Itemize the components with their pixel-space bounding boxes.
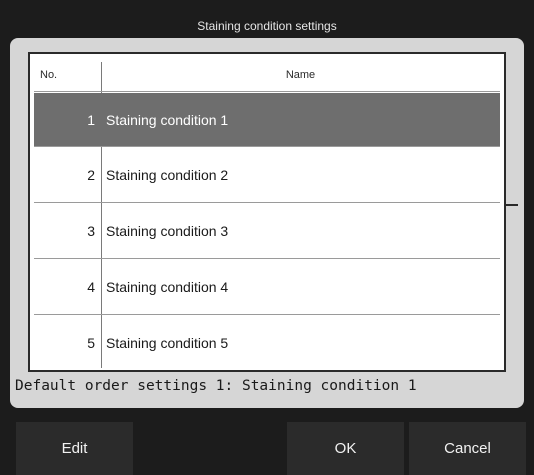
edit-button[interactable]: Edit <box>16 422 133 475</box>
row-no: 4 <box>87 278 95 295</box>
table-row[interactable]: 2 Staining condition 2 <box>34 147 500 203</box>
default-order-settings: Default order settings 1: Staining condi… <box>15 378 417 394</box>
row-name: Staining condition 3 <box>106 222 229 239</box>
header-name: Name <box>285 69 316 81</box>
cancel-button[interactable]: Cancel <box>409 422 526 475</box>
table-row[interactable]: 5 Staining condition 5 <box>34 315 500 371</box>
table-row[interactable]: 1 Staining condition 1 <box>34 93 500 147</box>
settings-panel: No. Name 1 Staining condition 1 2 Staini… <box>10 38 524 408</box>
row-name: Staining condition 2 <box>106 166 229 183</box>
ok-button[interactable]: OK <box>287 422 404 475</box>
row-name: Staining condition 1 <box>106 111 229 128</box>
row-no: 3 <box>87 222 95 239</box>
table-rows: 1 Staining condition 1 2 Staining condit… <box>34 93 500 371</box>
table-row[interactable]: 4 Staining condition 4 <box>34 259 500 315</box>
row-name: Staining condition 5 <box>106 335 229 351</box>
row-no: 5 <box>87 335 95 351</box>
dialog-title: Staining condition settings <box>197 19 337 33</box>
conditions-table: No. Name 1 Staining condition 1 2 Staini… <box>28 52 518 372</box>
staining-settings-dialog: Staining condition settings No. Name 1 S… <box>0 0 534 475</box>
row-name: Staining condition 4 <box>106 278 229 295</box>
row-no: 1 <box>87 111 95 128</box>
table-row[interactable]: 3 Staining condition 3 <box>34 203 500 259</box>
header-no: No. <box>40 69 58 81</box>
table-header: No. Name <box>34 58 500 92</box>
row-no: 2 <box>87 166 95 183</box>
